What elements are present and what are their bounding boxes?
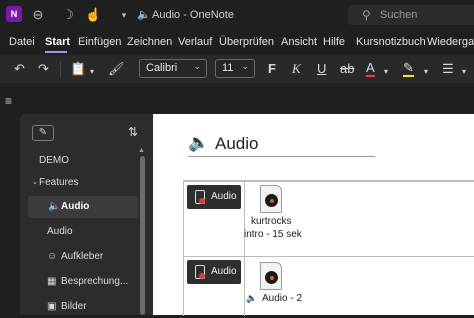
section-demo[interactable]: DEMO — [20, 150, 138, 172]
audio-record-button[interactable]: Audio — [187, 260, 241, 284]
back-icon[interactable]: ⊖ — [30, 7, 46, 23]
font-name-value: Calibri — [146, 62, 178, 74]
menu-bar: Datei Start Einfügen Zeichnen Verlauf Üb… — [0, 34, 474, 52]
section-label: Features — [39, 177, 79, 188]
bullets-dropdown-icon[interactable]: ▾ — [462, 64, 466, 80]
font-size-select[interactable]: 11 ⌄ — [215, 59, 255, 78]
audio-table: Audio kurtrocks intro - 15 sek Audio 🔈 A… — [183, 180, 474, 316]
audio-file-icon[interactable] — [260, 185, 282, 213]
file-caption: intro - 15 sek — [244, 229, 302, 240]
redo-icon[interactable]: ↷ — [38, 61, 49, 77]
navigation-bar: ≡ — [0, 86, 474, 114]
touch-mode-icon[interactable]: ☝ — [85, 7, 101, 23]
menu-verlauf[interactable]: Verlauf — [178, 36, 212, 48]
italic-button[interactable]: K — [292, 61, 301, 77]
page-item-aufkleber[interactable]: ☺ Aufkleber — [20, 246, 138, 268]
audio-record-button[interactable]: Audio — [187, 185, 241, 209]
menu-hilfe[interactable]: Hilfe — [323, 36, 345, 48]
page-item-audio[interactable]: Audio — [20, 221, 138, 243]
strikethrough-button[interactable]: ab — [340, 61, 354, 77]
menu-ansicht[interactable]: Ansicht — [281, 36, 317, 48]
menu-kursnotizbuch[interactable]: Kursnotizbuch — [356, 36, 426, 48]
section-label: DEMO — [39, 155, 69, 166]
page-item-besprechung[interactable]: ▦ Besprechung... — [20, 271, 138, 293]
active-tab-indicator — [45, 51, 67, 53]
font-color-dropdown-icon[interactable]: ▾ — [384, 64, 388, 80]
bold-button[interactable]: F — [268, 61, 276, 77]
menu-zeichnen[interactable]: Zeichnen — [127, 36, 172, 48]
title-bar: N ⊖ ☽ ☝ ▾ 🔈 Audio - OneNote ⚲ Suchen — [0, 0, 474, 30]
highlight-icon[interactable]: ✎ — [403, 61, 414, 77]
page-title-row: 🔈 Audio — [188, 132, 375, 157]
format-painter-icon[interactable]: 🖌 — [108, 61, 125, 77]
page-item-audio-selected[interactable]: 🔈 Audio — [28, 196, 138, 218]
moon-icon[interactable]: ☽ — [60, 7, 76, 23]
audio-button-label: Audio — [211, 266, 237, 277]
audio-file-icon[interactable] — [260, 262, 282, 290]
add-page-icon[interactable]: ✎ — [32, 125, 54, 141]
table-divider — [244, 181, 245, 316]
meeting-icon: ▦ — [47, 276, 57, 287]
sticker-icon: ☺ — [47, 251, 58, 262]
underline-button[interactable]: U — [317, 61, 326, 77]
paste-dropdown-icon[interactable]: ▾ — [90, 64, 94, 80]
scrollbar-thumb[interactable] — [140, 156, 145, 315]
disc-center-icon — [270, 199, 274, 203]
customize-toolbar-icon[interactable]: ▾ — [116, 7, 132, 23]
disc-center-icon — [270, 276, 274, 280]
speaker-icon: 🔈 — [48, 201, 61, 212]
chevron-down-icon: ⌄ — [32, 179, 38, 186]
onenote-logo-icon: N — [6, 6, 22, 22]
paste-icon[interactable]: 📋 — [70, 61, 86, 77]
page-canvas[interactable]: 🔈 Audio Audio kurtrocks intro - 15 sek A… — [153, 114, 474, 316]
record-dot-icon — [199, 273, 205, 279]
table-divider — [184, 256, 474, 257]
hamburger-menu-icon[interactable]: ≡ — [5, 94, 12, 108]
file-caption: Audio - 2 — [262, 293, 303, 304]
section-features[interactable]: ⌄ Features — [20, 172, 138, 194]
chevron-down-icon: ⌄ — [193, 61, 201, 71]
speaker-icon: 🔈 — [246, 293, 258, 303]
sort-icon[interactable]: ⇅ — [128, 125, 138, 139]
chevron-down-icon: ⌄ — [241, 61, 249, 71]
ribbon-divider — [60, 61, 61, 77]
page-title[interactable]: Audio — [215, 134, 258, 154]
window-title: Audio - OneNote — [152, 9, 234, 21]
search-icon: ⚲ — [362, 8, 371, 22]
page-label: Besprechung... — [61, 276, 129, 287]
menu-datei[interactable]: Datei — [9, 36, 35, 48]
file-caption: kurtrocks — [251, 216, 292, 227]
page-label: Bilder — [61, 301, 87, 312]
page-navigation-panel: ✎ ⇅ DEMO ⌄ Features 🔈 Audio Audio ☺ Aufk… — [20, 114, 153, 315]
search-placeholder: Suchen — [380, 9, 418, 21]
menu-wiedergabe[interactable]: Wiedergabe — [427, 36, 474, 48]
menu-start[interactable]: Start — [45, 36, 70, 48]
menu-ueberpruefen[interactable]: Überprüfen — [219, 36, 274, 48]
record-dot-icon — [199, 198, 205, 204]
scroll-up-icon[interactable]: ▲ — [138, 147, 145, 154]
page-label: Audio — [61, 201, 90, 212]
font-name-select[interactable]: Calibri ⌄ — [139, 59, 207, 78]
image-icon: ▣ — [47, 301, 57, 312]
menu-einfuegen[interactable]: Einfügen — [78, 36, 121, 48]
highlight-dropdown-icon[interactable]: ▾ — [424, 64, 428, 80]
speaker-icon: 🔈 — [137, 9, 151, 21]
speaker-icon: 🔈 — [188, 133, 210, 152]
audio-button-label: Audio — [211, 191, 237, 202]
page-label: Aufkleber — [61, 251, 104, 262]
bullets-icon[interactable]: ☰ — [442, 61, 454, 77]
undo-icon[interactable]: ↶ — [14, 61, 25, 77]
ribbon: ↶ ↷ 📋 ▾ 🖌 Calibri ⌄ 11 ⌄ F K U ab A ▾ ✎ … — [0, 55, 474, 83]
table-divider — [184, 181, 474, 182]
search-input[interactable]: ⚲ Suchen — [348, 5, 474, 25]
font-size-value: 11 — [222, 62, 234, 74]
font-color-button[interactable]: A — [366, 61, 375, 77]
page-label: Audio — [47, 226, 73, 237]
